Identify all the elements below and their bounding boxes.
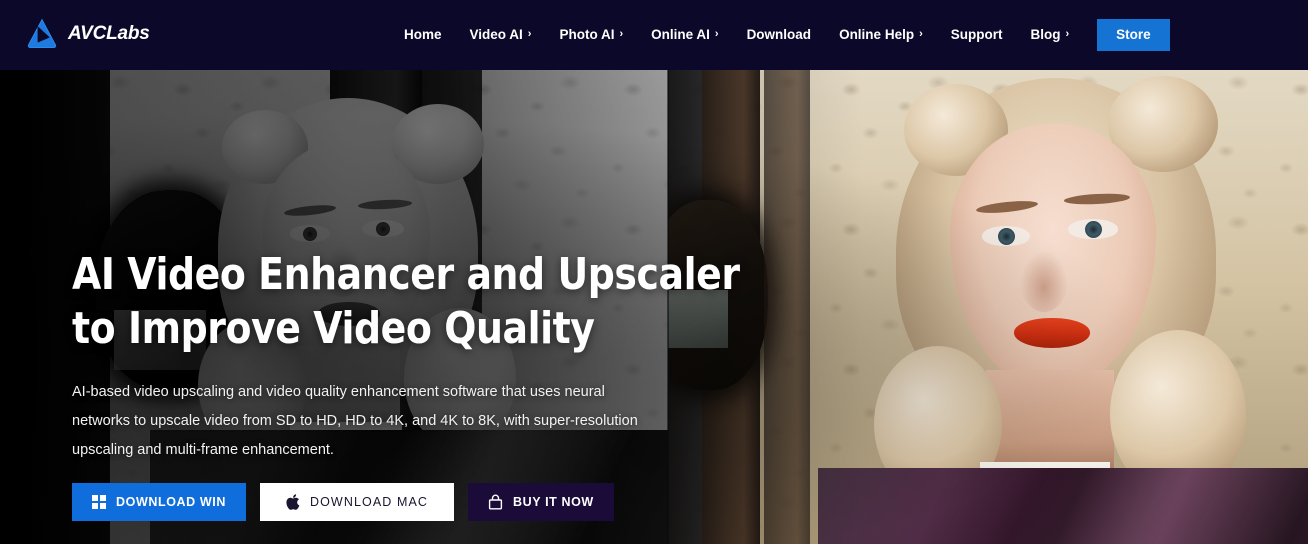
nav-label: Download — [746, 27, 812, 42]
iris-left — [303, 227, 317, 241]
nav-label: Photo AI — [559, 27, 615, 42]
neck — [986, 370, 1114, 472]
nav-item-online-help[interactable]: Online Help › — [825, 0, 937, 70]
download-win-label: DOWNLOAD WIN — [116, 495, 226, 509]
download-mac-label: DOWNLOAD MAC — [309, 495, 429, 509]
hero-image-after-colorized — [668, 70, 1308, 544]
eye-left — [982, 226, 1030, 246]
windows-icon — [92, 495, 106, 509]
eye-left — [290, 225, 330, 242]
buy-it-now-button[interactable]: BUY IT NOW — [468, 483, 614, 521]
apple-icon — [286, 494, 300, 510]
hero-copy: AI Video Enhancer and Upscaler to Improv… — [72, 248, 740, 465]
nav-label: Blog — [1030, 27, 1061, 42]
iris-right — [376, 222, 390, 236]
nav-label: Online Help — [839, 27, 915, 42]
nose — [1020, 250, 1068, 312]
chevron-right-icon: › — [919, 28, 923, 40]
chevron-right-icon: › — [714, 28, 719, 40]
hero-headline-line-1: AI Video Enhancer and Upscaler — [72, 249, 740, 300]
chevron-right-icon: › — [527, 28, 532, 40]
nav-item-download[interactable]: Download — [733, 0, 826, 70]
garment-sheen — [818, 468, 1308, 544]
nav-item-home[interactable]: Home — [390, 0, 456, 70]
buy-it-now-label: BUY IT NOW — [513, 495, 594, 509]
brand-name: AVCLabs — [68, 23, 150, 44]
download-win-button[interactable]: DOWNLOAD WIN — [72, 483, 246, 521]
iris-right — [1085, 221, 1102, 238]
brand-logo[interactable]: AVCLabs — [25, 17, 150, 51]
lips — [1014, 318, 1090, 348]
shopping-bag-icon — [488, 494, 503, 510]
hero-subtext: AI-based video upscaling and video quali… — [72, 384, 638, 458]
store-button[interactable]: Store — [1097, 19, 1170, 51]
wall-edge — [764, 70, 810, 544]
nav-item-blog[interactable]: Blog › — [1017, 0, 1084, 70]
nav-label: Video AI — [469, 27, 523, 42]
nav-label: Online AI — [651, 27, 710, 42]
avclabs-landing-page: AVCLabs Home Video AI › Photo AI › Onlin… — [0, 0, 1308, 544]
site-header: AVCLabs Home Video AI › Photo AI › Onlin… — [0, 0, 1308, 70]
main-navigation: Home Video AI › Photo AI › Online AI › D… — [390, 0, 1170, 70]
hero-cta-row: DOWNLOAD WIN DOWNLOAD MAC BUY IT NOW — [72, 483, 614, 521]
hero-banner: AI Video Enhancer and Upscaler to Improv… — [0, 70, 1308, 544]
iris-left — [998, 228, 1015, 245]
nav-item-online-ai[interactable]: Online AI › — [637, 0, 732, 70]
eye-right — [1068, 219, 1118, 239]
nav-item-video-ai[interactable]: Video AI › — [456, 0, 546, 70]
chevron-right-icon: › — [619, 28, 624, 40]
avclabs-triangle-play-logo — [27, 18, 57, 49]
nav-item-support[interactable]: Support — [937, 0, 1017, 70]
nav-label: Home — [404, 27, 442, 42]
portrait-scene-color — [668, 70, 1308, 544]
eye-right — [362, 220, 404, 237]
chevron-right-icon: › — [1065, 28, 1070, 40]
nav-item-photo-ai[interactable]: Photo AI › — [545, 0, 637, 70]
garment — [818, 468, 1308, 544]
hero-headline-line-2: to Improve Video Quality — [72, 303, 595, 354]
nav-label: Support — [950, 27, 1003, 42]
download-mac-button[interactable]: DOWNLOAD MAC — [259, 483, 455, 521]
